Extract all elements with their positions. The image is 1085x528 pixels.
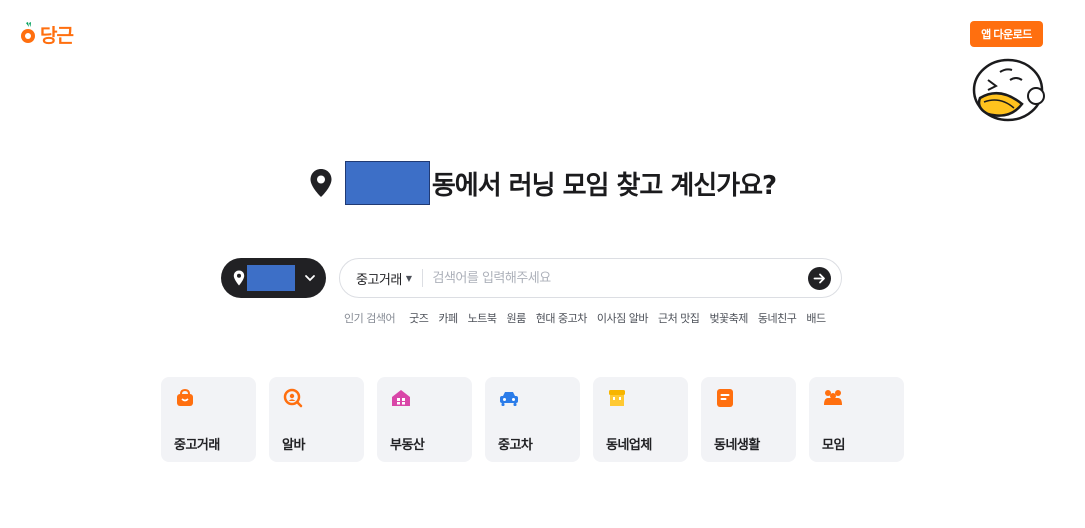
job-search-icon xyxy=(283,388,303,408)
category-card-label: 동네생활 xyxy=(714,438,760,453)
mascot-illustration xyxy=(972,58,1045,122)
logo-text: 당근 xyxy=(40,24,74,47)
popular-search-item[interactable]: 배드 xyxy=(806,310,826,326)
category-card-label: 알바 xyxy=(282,438,305,453)
search-category-select[interactable]: 중고거래 ▼ xyxy=(356,269,423,288)
category-card-jobs[interactable]: 알바 xyxy=(269,377,364,462)
category-card-community[interactable]: 동네생활 xyxy=(701,377,796,462)
hero-title: 동에서 러닝 모임 찾고 계신가요? xyxy=(431,170,777,201)
carrot-logo-icon xyxy=(21,22,35,43)
category-card-used-goods[interactable]: 중고거래 xyxy=(161,377,256,462)
search-category-label: 중고거래 xyxy=(356,272,402,288)
arrow-right-icon xyxy=(813,273,825,284)
store-icon xyxy=(609,390,625,406)
popular-search-item[interactable]: 노트북 xyxy=(468,310,497,326)
hero-heading: 동에서 러닝 모임 찾고 계신가요? xyxy=(0,160,1085,206)
popular-search-item[interactable]: 벚꽃축제 xyxy=(709,310,748,326)
search-submit-button[interactable] xyxy=(808,267,831,290)
popular-search-item[interactable]: 근처 맛집 xyxy=(658,310,700,326)
redacted-location xyxy=(247,265,295,291)
caret-down-icon: ▼ xyxy=(405,273,412,283)
chevron-down-icon xyxy=(305,275,315,282)
search-bar: 중고거래 ▼ xyxy=(339,258,842,298)
search-input[interactable] xyxy=(432,270,793,286)
daangn-logo[interactable]: 당근 xyxy=(20,20,74,48)
category-card-label: 중고차 xyxy=(498,438,533,453)
house-icon xyxy=(392,390,410,406)
category-card-real-estate[interactable]: 부동산 xyxy=(377,377,472,462)
popular-search-item[interactable]: 동네친구 xyxy=(758,310,797,326)
category-card-groups[interactable]: 모임 xyxy=(809,377,904,462)
category-card-label: 모임 xyxy=(822,438,845,453)
document-icon xyxy=(717,389,733,407)
location-pin-icon xyxy=(310,169,332,197)
car-icon xyxy=(500,392,518,406)
location-pin-icon xyxy=(233,270,245,286)
category-card-used-cars[interactable]: 중고차 xyxy=(485,377,580,462)
shopping-bag-icon xyxy=(177,388,193,406)
popular-search-item[interactable]: 현대 중고차 xyxy=(536,310,588,326)
category-cards: 중고거래 알바 부동산 중고차 동네업체 동네생활 모임 xyxy=(161,377,904,462)
category-card-label: 부동산 xyxy=(390,438,425,453)
group-icon xyxy=(824,390,842,405)
popular-search-item[interactable]: 원룸 xyxy=(506,310,526,326)
redacted-neighborhood xyxy=(344,161,430,205)
app-download-button[interactable]: 앱 다운로드 xyxy=(970,21,1043,47)
category-card-label: 동네업체 xyxy=(606,438,652,453)
popular-searches-label: 인기 검색어 xyxy=(344,312,396,325)
popular-search-item[interactable]: 이사짐 알바 xyxy=(597,310,649,326)
category-card-local-business[interactable]: 동네업체 xyxy=(593,377,688,462)
location-selector[interactable] xyxy=(221,258,326,298)
popular-search-item[interactable]: 카페 xyxy=(438,310,458,326)
popular-searches: 인기 검색어 굿즈 카페 노트북 원룸 현대 중고차 이사짐 알바 근처 맛집 … xyxy=(344,310,839,326)
category-card-label: 중고거래 xyxy=(174,438,220,453)
popular-search-item[interactable]: 굿즈 xyxy=(409,310,429,326)
